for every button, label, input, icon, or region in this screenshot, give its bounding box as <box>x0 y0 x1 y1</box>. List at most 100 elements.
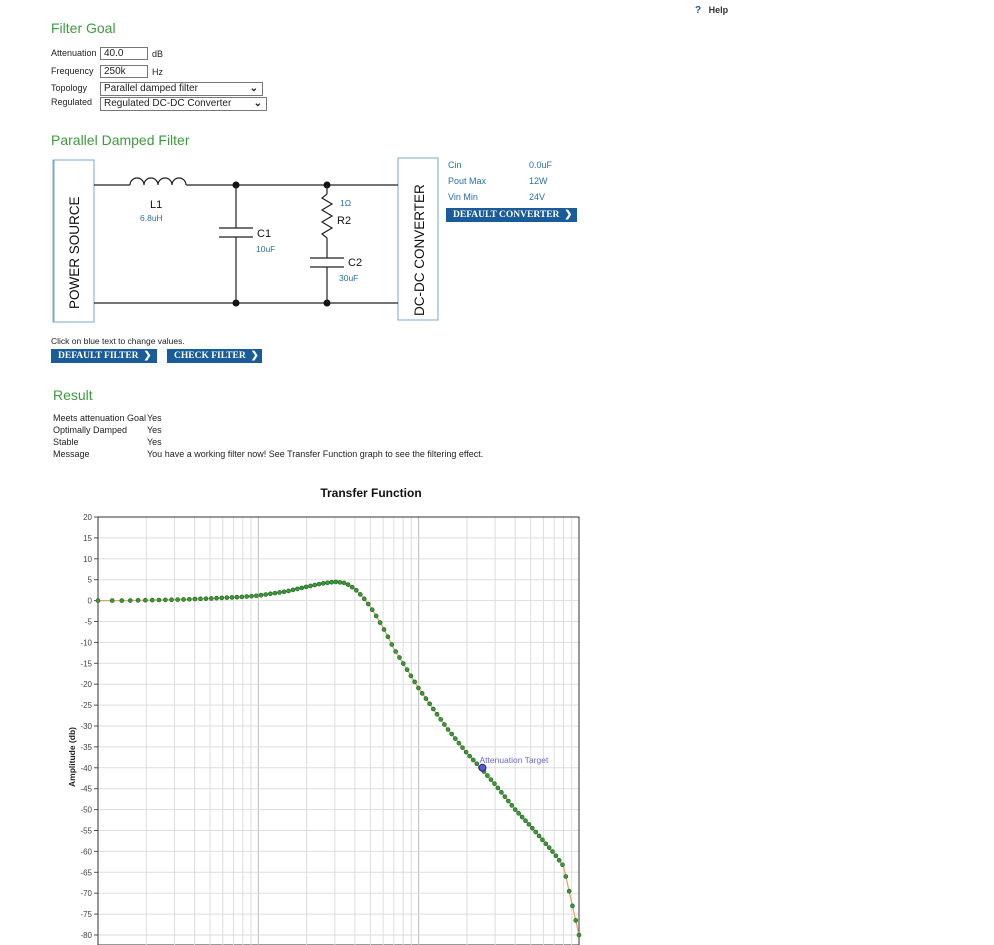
data-point <box>533 829 539 835</box>
data-point <box>463 749 469 755</box>
data-point <box>365 601 371 607</box>
data-point <box>239 594 245 600</box>
data-point <box>570 903 575 909</box>
data-point <box>553 853 559 859</box>
y-tick-label: -65 <box>80 868 92 877</box>
data-point <box>181 597 186 602</box>
data-point <box>400 661 406 666</box>
y-tick-label: -30 <box>80 722 92 731</box>
data-point <box>416 685 421 691</box>
data-point <box>290 587 296 593</box>
data-point <box>169 597 174 603</box>
data-point <box>277 590 282 595</box>
data-point <box>373 613 379 619</box>
data-point <box>244 594 250 599</box>
data-point <box>526 822 532 827</box>
data-point <box>512 807 518 812</box>
y-tick-label: -55 <box>80 827 92 836</box>
data-point <box>357 592 363 597</box>
y-tick-label: -45 <box>80 785 92 794</box>
data-point <box>316 581 322 587</box>
data-point <box>208 596 214 601</box>
data-point <box>127 598 133 603</box>
data-point <box>488 777 494 782</box>
data-point <box>143 597 148 603</box>
data-point <box>434 711 440 717</box>
data-point <box>560 862 565 868</box>
data-point <box>536 833 542 839</box>
data-point <box>349 584 355 590</box>
data-point <box>566 888 572 894</box>
data-point <box>495 785 501 791</box>
data-point <box>234 594 240 600</box>
data-point <box>119 598 125 603</box>
attenuation-target-label: Attenuation Target <box>479 755 548 765</box>
data-point <box>258 592 264 598</box>
data-point <box>543 841 549 847</box>
data-point <box>445 727 451 732</box>
y-tick-label: -25 <box>80 701 92 710</box>
data-point <box>563 874 569 879</box>
data-point <box>281 589 287 595</box>
data-point <box>325 580 330 586</box>
data-point <box>163 597 168 603</box>
data-point <box>263 592 269 597</box>
y-tick-label: -15 <box>80 659 92 668</box>
data-point <box>404 667 410 673</box>
data-point <box>187 596 192 602</box>
y-tick-label: -5 <box>85 618 93 627</box>
data-point <box>550 849 555 854</box>
y-tick-label: -80 <box>80 931 92 940</box>
data-point <box>506 798 511 804</box>
data-point <box>419 691 425 696</box>
y-tick-label: -70 <box>80 889 92 898</box>
data-point <box>393 649 398 654</box>
data-point <box>320 581 326 586</box>
data-point <box>377 620 383 625</box>
y-tick-label: 20 <box>83 513 92 522</box>
data-point <box>530 825 535 831</box>
data-point <box>423 696 429 701</box>
data-point <box>272 590 278 596</box>
data-point <box>198 596 203 602</box>
transfer-function-chart: 20 15 10 5 0 -5 -10 -15 -20 -25 -30 -35 -40 -45 -50 -55… <box>80 513 582 945</box>
data-point <box>470 757 476 763</box>
data-point <box>286 588 291 594</box>
y-tick-label: -35 <box>80 743 92 752</box>
data-point <box>523 818 528 823</box>
y-tick-label: -60 <box>80 847 92 856</box>
y-tick-label: -50 <box>80 806 92 815</box>
data-point <box>361 596 367 602</box>
data-point <box>299 585 305 591</box>
data-point <box>109 598 115 603</box>
data-point <box>456 740 462 746</box>
data-point <box>95 598 101 603</box>
data-point <box>341 580 347 586</box>
data-point <box>224 595 230 600</box>
data-point <box>369 607 375 613</box>
data-point <box>509 803 515 808</box>
y-tick-label: -20 <box>80 680 92 689</box>
y-tick-label: -75 <box>80 910 92 919</box>
data-point <box>438 717 444 722</box>
data-point <box>576 932 582 938</box>
data-point <box>268 591 273 597</box>
data-point <box>249 593 254 599</box>
data-point <box>408 673 414 679</box>
data-point <box>474 761 480 767</box>
data-point <box>460 745 465 750</box>
y-tick-label: 10 <box>83 555 92 564</box>
data-point <box>329 579 334 585</box>
data-point <box>442 722 447 727</box>
data-point <box>308 583 313 589</box>
data-point <box>546 845 552 850</box>
data-point <box>485 773 490 778</box>
data-point <box>214 595 219 601</box>
y-tick-label: -10 <box>80 638 92 647</box>
data-point <box>192 596 198 602</box>
data-point <box>203 596 209 601</box>
data-point <box>492 781 497 786</box>
attenuation-target-marker <box>478 763 487 772</box>
data-point <box>540 837 545 843</box>
data-point <box>412 679 417 685</box>
